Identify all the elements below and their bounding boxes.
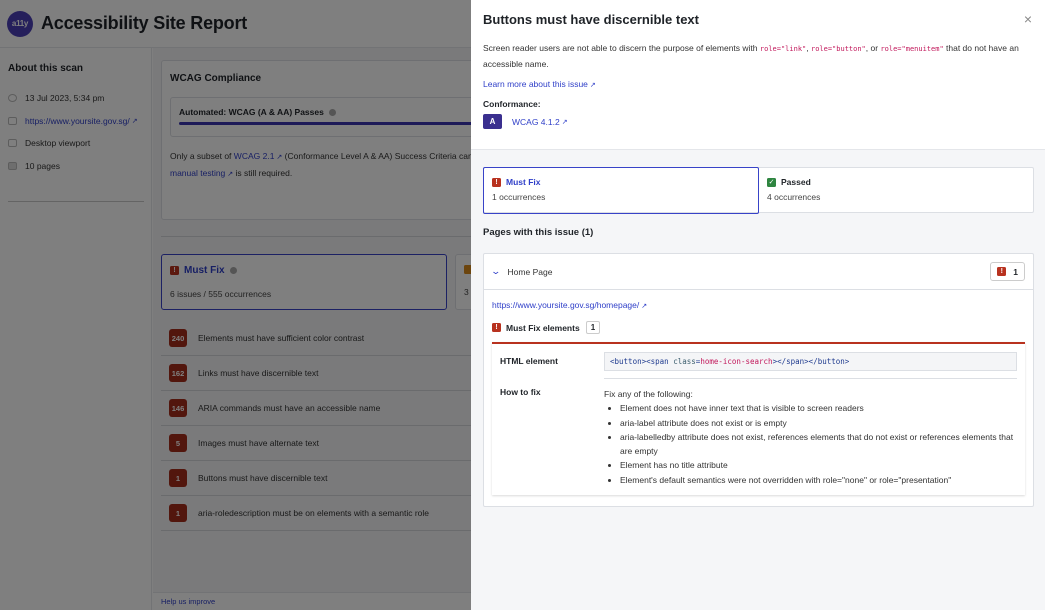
alert-icon: ! [492, 177, 501, 187]
page-accordion: ⌄ Home Page ! 1 https://www.yoursite.gov… [483, 253, 1034, 507]
how-to-fix-label: How to fix [500, 387, 541, 397]
conformance-row: A WCAG 4.1.2 ↗ [483, 114, 1033, 129]
role-code: role="menuitem" [880, 45, 944, 53]
page-name: Home Page [507, 266, 553, 277]
code-tag: ></span></button> [772, 357, 850, 366]
page-accordion-header[interactable]: ⌄ Home Page ! 1 [484, 254, 1033, 290]
learn-more-row: Learn more about this issue ↗ [483, 79, 1033, 89]
tab-passed-title-row: ✓ Passed [767, 177, 1026, 187]
fix-list: Element does not have inner text that is… [620, 401, 1017, 487]
role-code: role="link" [759, 45, 807, 53]
code-attr-value: home-icon-search [700, 357, 773, 366]
pages-heading: Pages with this issue (1) [483, 227, 594, 238]
role-code: role="button" [810, 45, 866, 53]
alert-icon: ! [492, 323, 501, 332]
page-url-row: https://www.yoursite.gov.sg/homepage/↗ [492, 300, 1025, 310]
fix-intro: Fix any of the following: [604, 389, 693, 399]
how-to-fix-row: How to fix Fix any of the following: Ele… [500, 387, 1017, 487]
html-element-code[interactable]: <button><span class=home-icon-search></s… [604, 352, 1017, 371]
drawer-title: Buttons must have discernible text [483, 12, 699, 27]
chevron-down-icon[interactable]: ⌄ [490, 266, 501, 277]
html-element-label: HTML element [500, 356, 558, 366]
desc-text: Screen reader users are not able to disc… [483, 43, 760, 53]
occurrence-tabs: ! Must Fix 1 occurrences ✓ Passed 4 occu… [483, 167, 1034, 214]
fix-item: Element does not have inner text that is… [620, 401, 1017, 415]
wcag-criterion-link[interactable]: WCAG 4.1.2 [512, 117, 560, 127]
issue-detail-drawer: Buttons must have discernible text × Scr… [471, 0, 1045, 610]
fix-item: aria-labelledby attribute does not exist… [620, 430, 1017, 459]
tab-must-fix-title-row: ! Must Fix [492, 177, 750, 187]
must-fix-elements-label: Must Fix elements [506, 322, 580, 333]
conformance-label: Conformance: [483, 99, 541, 109]
must-fix-elements-count: 1 [585, 321, 601, 334]
close-icon[interactable]: × [1021, 12, 1035, 26]
element-card: HTML element <button><span class=home-ic… [492, 342, 1025, 496]
fix-item: Element's default semantics were not ove… [620, 473, 1017, 487]
element-divider [604, 378, 1017, 379]
conformance-level-badge: A [483, 114, 502, 129]
issue-description: Screen reader users are not able to disc… [483, 41, 1033, 71]
page-count-value: 1 [1013, 266, 1018, 277]
external-link-icon: ↗ [641, 303, 648, 310]
alert-icon: ! [997, 267, 1007, 276]
code-attr-name: class [673, 357, 696, 366]
how-to-fix-content: Fix any of the following: Element does n… [604, 387, 1017, 487]
page-url-link[interactable]: https://www.yoursite.gov.sg/homepage/ [492, 300, 639, 310]
page-accordion-body: https://www.yoursite.gov.sg/homepage/↗ !… [484, 290, 1033, 496]
page-issue-count: ! 1 [990, 262, 1025, 281]
drawer-header: Buttons must have discernible text × Scr… [471, 0, 1045, 150]
tab-passed[interactable]: ✓ Passed 4 occurrences [759, 168, 1034, 212]
fix-item: Element has no title attribute [620, 458, 1017, 472]
html-element-row: HTML element <button><span class=home-ic… [500, 352, 1017, 371]
fix-item: aria-label attribute does not exist or i… [620, 416, 1017, 430]
tab-title: Must Fix [506, 177, 541, 187]
must-fix-elements-row: ! Must Fix elements 1 [492, 321, 1025, 334]
tab-occurrences: 4 occurrences [767, 192, 821, 202]
external-link-icon: ↗ [589, 82, 596, 89]
tab-occurrences: 1 occurrences [492, 192, 546, 202]
tab-title: Passed [781, 177, 811, 187]
check-icon: ✓ [767, 177, 776, 187]
learn-more-link[interactable]: Learn more about this issue [483, 79, 588, 89]
tab-must-fix[interactable]: ! Must Fix 1 occurrences [483, 167, 759, 214]
desc-text: , or [865, 43, 881, 53]
external-link-icon: ↗ [561, 118, 568, 126]
code-tag: <button><span [610, 357, 674, 366]
